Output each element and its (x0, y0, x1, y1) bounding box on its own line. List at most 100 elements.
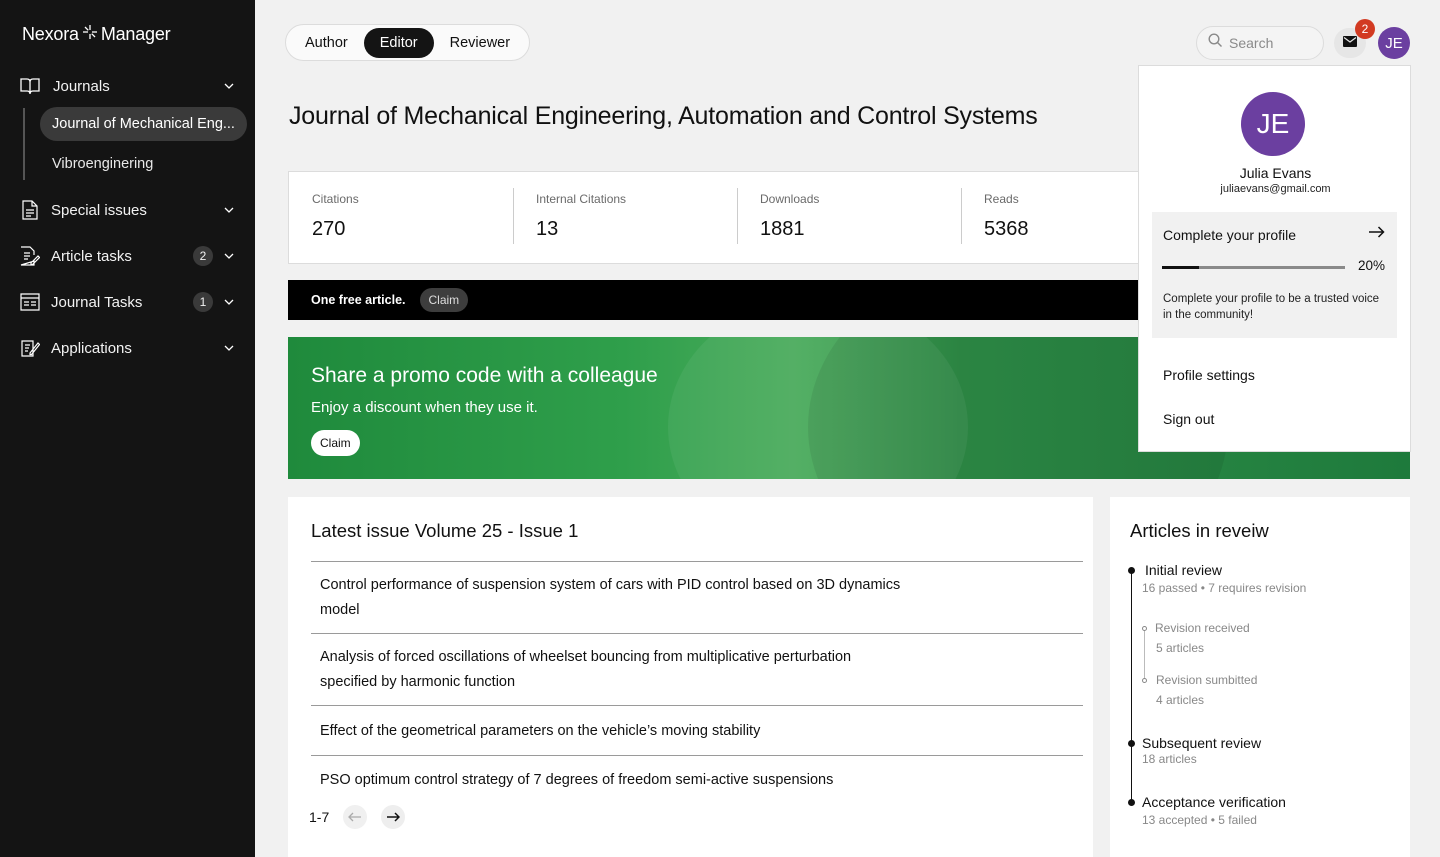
sidebar-item-applications[interactable]: Applications (20, 333, 235, 363)
sidebar-item-article-tasks[interactable]: Article tasks 2 (20, 241, 235, 271)
stage-initial-detail: 16 passed • 7 requires revision (1142, 581, 1307, 595)
journal-label: Journal of Mechanical Eng... (52, 116, 235, 132)
stage-acceptance-verification[interactable]: Acceptance verification (1142, 794, 1286, 810)
notification-badge: 2 (1355, 19, 1375, 39)
sidebar-item-journal-tasks[interactable]: Journal Tasks 1 (20, 287, 235, 317)
article-link[interactable]: PSO optimum control strategy of 7 degree… (311, 755, 1083, 803)
count-badge: 1 (193, 292, 213, 312)
chevron-down-icon[interactable] (223, 296, 235, 308)
stat-downloads: Downloads 1881 (737, 172, 961, 263)
timeline-dot (1128, 799, 1135, 806)
stat-citations: Citations 270 (289, 172, 513, 263)
timeline-line (1131, 570, 1132, 803)
free-article-text: One free article. (311, 293, 406, 307)
article-link[interactable]: Analysis of forced oscillations of wheel… (311, 633, 1083, 705)
claim-promo-button[interactable]: Claim (311, 430, 360, 456)
document-icon (20, 200, 40, 220)
tab-editor[interactable]: Editor (363, 27, 434, 58)
brand-logo[interactable]: Nexora Manager (22, 24, 171, 45)
sidebar-item-label: Applications (51, 339, 132, 357)
stage-revision-received-detail: 5 articles (1156, 641, 1205, 655)
brand-product: Manager (100, 24, 171, 44)
article-list: Control performance of suspension system… (311, 561, 1083, 803)
stat-value: 13 (536, 218, 559, 240)
tab-author[interactable]: Author (289, 28, 364, 58)
sidebar-item-label: Journals (53, 77, 110, 95)
avatar[interactable]: JE (1378, 27, 1410, 59)
stage-initial-review[interactable]: Initial review (1145, 562, 1222, 578)
timeline-subdot (1142, 678, 1147, 683)
sidebar-item-label: Article tasks (51, 247, 132, 265)
claim-free-article-button[interactable]: Claim (419, 288, 469, 312)
complete-profile-description: Complete your profile to be a trusted vo… (1163, 293, 1380, 321)
timeline-sub-line (1144, 628, 1145, 680)
tab-reviewer[interactable]: Reviewer (434, 28, 526, 58)
journal-label: Vibroenginering (52, 156, 154, 172)
latest-issue-title: Latest issue Volume 25 - Issue 1 (311, 520, 579, 541)
sidebar-item-label: Special issues (51, 201, 147, 219)
user-name: Julia Evans (1239, 165, 1312, 181)
sidebar-item-label: Journal Tasks (51, 293, 143, 311)
next-page-button[interactable] (381, 805, 406, 829)
chevron-down-icon[interactable] (223, 80, 235, 92)
chevron-down-icon[interactable] (223, 250, 235, 262)
arrow-right-icon (387, 812, 401, 822)
complete-profile-card[interactable]: Complete your profile 20% Complete your … (1152, 212, 1397, 338)
user-email: juliaevans@gmail.com (1220, 183, 1331, 195)
articles-in-review-card: Articles in reveiw Initial review 16 pas… (1110, 497, 1410, 857)
profile-settings-link[interactable]: Profile settings (1163, 367, 1255, 383)
timeline-subdot (1142, 626, 1147, 631)
page-range: 1-7 (309, 809, 330, 825)
profile-dropdown: JE Julia Evans juliaevans@gmail.com Comp… (1138, 65, 1411, 452)
stage-subsequent-detail: 18 articles (1142, 752, 1197, 766)
chevron-down-icon[interactable] (223, 204, 235, 216)
stat-internal-citations: Internal Citations 13 (513, 172, 737, 263)
sidebar-item-special-issues[interactable]: Special issues (20, 195, 235, 225)
stage-revision-received[interactable]: Revision received (1155, 621, 1250, 635)
avatar-large: JE (1241, 92, 1305, 156)
count-badge: 2 (193, 246, 213, 266)
tree-line (23, 108, 25, 180)
review-title: Articles in reveiw (1130, 520, 1269, 541)
sidebar: Nexora Manager Journals Journal of Mecha… (0, 0, 255, 857)
promo-title: Share a promo code with a colleague (311, 364, 658, 387)
book-icon (20, 76, 40, 96)
promo-subtitle: Enjoy a discount when they use it. (311, 399, 538, 416)
form-edit-icon (20, 338, 40, 358)
sidebar-journal-mechanical[interactable]: Journal of Mechanical Eng... (40, 107, 247, 141)
article-link[interactable]: Control performance of suspension system… (311, 561, 1083, 633)
profile-progress-fill (1162, 266, 1199, 269)
profile-progress-label: 20% (1357, 258, 1385, 273)
timeline-dot (1128, 740, 1135, 747)
sign-out-link[interactable]: Sign out (1163, 411, 1214, 427)
sidebar-journal-vibroenginering[interactable]: Vibroenginering (40, 147, 247, 181)
search-box (1196, 26, 1324, 60)
task-board-icon (20, 292, 40, 312)
chevron-down-icon[interactable] (223, 342, 235, 354)
spark-icon (82, 24, 98, 45)
profile-progress-bar (1162, 266, 1345, 269)
mail-icon (1343, 34, 1357, 52)
page-title: Journal of Mechanical Engineering, Autom… (289, 102, 1038, 130)
edit-document-icon (20, 246, 40, 266)
arrow-left-icon (348, 812, 362, 822)
search-input[interactable] (1229, 35, 1314, 51)
pagination: 1-7 (309, 805, 406, 829)
stat-label: Citations (312, 192, 359, 206)
article-link[interactable]: Effect of the geometrical parameters on … (311, 705, 1083, 755)
role-switcher: Author Editor Reviewer (285, 24, 531, 61)
brand-name: Nexora (22, 24, 79, 44)
stat-label: Internal Citations (536, 192, 627, 206)
prev-page-button[interactable] (343, 805, 368, 829)
timeline-dot (1128, 567, 1135, 574)
stage-revision-submitted[interactable]: Revision sumbitted (1156, 673, 1257, 687)
sidebar-item-journals[interactable]: Journals (20, 71, 235, 101)
search-icon (1208, 33, 1223, 53)
arrow-right-icon (1368, 225, 1385, 243)
stage-subsequent-review[interactable]: Subsequent review (1142, 735, 1261, 751)
stat-label: Downloads (760, 192, 820, 206)
stage-revision-submitted-detail: 4 articles (1156, 693, 1205, 707)
latest-issue-card: Latest issue Volume 25 - Issue 1 Control… (288, 497, 1093, 857)
stat-value: 270 (312, 218, 346, 240)
stage-acceptance-detail: 13 accepted • 5 failed (1142, 813, 1257, 827)
